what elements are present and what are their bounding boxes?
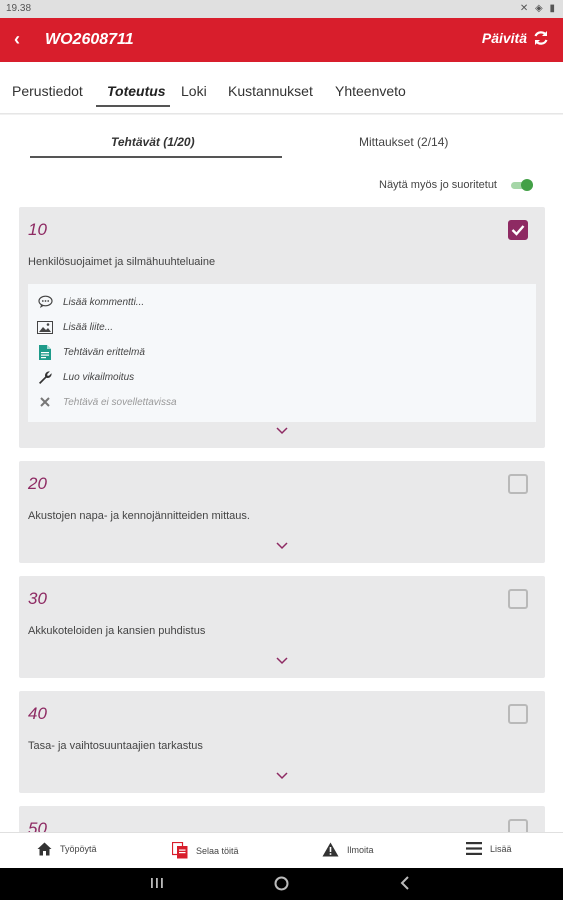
nav-report[interactable]: Ilmoita [322, 842, 374, 857]
recent-apps-icon[interactable] [150, 876, 164, 890]
content-area: Tehtävät (1/20) Mittaukset (2/14) Näytä … [0, 115, 563, 832]
back-button[interactable]: ‹ [14, 29, 20, 50]
task-number: 50 [28, 819, 47, 832]
collapse-chevron-icon[interactable] [276, 427, 288, 435]
nav-more-label: Lisää [490, 843, 512, 854]
image-icon [37, 319, 53, 335]
status-bar: 19.38 ✕ ◈ ▮ [0, 0, 563, 18]
expand-chevron-icon[interactable] [276, 657, 288, 665]
not-applicable-action[interactable]: Tehtävä ei sovellettavissa [37, 394, 177, 410]
task-description: Akkukoteloiden ja kansien puhdistus [28, 625, 206, 637]
wrench-icon [37, 369, 53, 385]
nav-dashboard[interactable]: Työpöytä [37, 842, 97, 856]
show-completed-toggle[interactable] [511, 179, 533, 191]
comment-icon [37, 294, 53, 310]
documents-icon [172, 842, 188, 859]
system-navigation-bar [0, 868, 563, 900]
nav-dashboard-label: Työpöytä [60, 844, 97, 854]
expand-chevron-icon[interactable] [276, 772, 288, 780]
nav-browse-jobs[interactable]: Selaa töitä [172, 842, 239, 859]
tab-kustannukset[interactable]: Kustannukset [228, 83, 313, 99]
home-icon [37, 842, 52, 856]
active-tab-indicator [96, 105, 170, 107]
home-button-icon[interactable] [274, 876, 289, 891]
task-card[interactable]: 10 Henkilösuojaimet ja silmähuuhteluaine… [19, 207, 545, 448]
task-number: 30 [28, 589, 47, 608]
add-attachment-label: Lisää liite... [63, 321, 114, 333]
refresh-button[interactable]: Päivitä [482, 30, 549, 46]
task-number: 10 [28, 220, 47, 239]
work-order-title: WO2608711 [45, 31, 134, 48]
nav-more[interactable]: Lisää [466, 842, 512, 855]
task-checkbox[interactable] [508, 589, 528, 609]
add-attachment-action[interactable]: Lisää liite... [37, 319, 113, 335]
add-comment-label: Lisää kommentti... [63, 296, 145, 308]
task-description: Akustojen napa- ja kennojännitteiden mit… [28, 510, 250, 522]
warning-icon [322, 842, 339, 857]
task-actions-panel: Lisää kommentti... Lisää liite... Tehtäv… [28, 284, 536, 422]
task-number: 40 [28, 704, 47, 723]
active-subtab-indicator [30, 156, 282, 158]
create-fault-report-action[interactable]: Luo vikailmoitus [37, 369, 134, 385]
tab-perustiedot[interactable]: Perustiedot [12, 83, 83, 99]
app-bar: ‹ WO2608711 Päivitä [0, 18, 563, 62]
refresh-icon [534, 31, 548, 45]
nav-report-label: Ilmoita [347, 844, 374, 855]
menu-icon [466, 842, 482, 855]
task-checkbox[interactable] [508, 819, 528, 832]
not-applicable-label: Tehtävä ei sovellettavissa [63, 396, 177, 408]
nav-browse-jobs-label: Selaa töitä [196, 845, 239, 856]
expand-chevron-icon[interactable] [276, 542, 288, 550]
checkmark-icon [511, 225, 525, 236]
task-checkbox[interactable] [508, 474, 528, 494]
task-card[interactable]: 50 [19, 806, 545, 832]
task-card[interactable]: 30 Akkukoteloiden ja kansien puhdistus [19, 576, 545, 678]
close-icon [37, 394, 53, 410]
task-card[interactable]: 40 Tasa- ja vaihtosuuntaajien tarkastus [19, 691, 545, 793]
status-icons: ✕ ◈ ▮ [519, 3, 557, 14]
bottom-navigation: Työpöytä Selaa töitä Ilmoita Lisää [0, 832, 563, 868]
task-checkbox[interactable] [508, 704, 528, 724]
refresh-label: Päivitä [481, 30, 527, 46]
system-back-icon[interactable] [399, 876, 411, 890]
tab-yhteenveto[interactable]: Yhteenveto [335, 83, 406, 99]
task-description: Tasa- ja vaihtosuuntaajien tarkastus [28, 740, 203, 752]
main-tabs: Perustiedot Toteutus Loki Kustannukset Y… [0, 62, 563, 114]
document-icon [37, 344, 53, 360]
show-completed-row: Näytä myös jo suoritetut [379, 179, 533, 191]
show-completed-label: Näytä myös jo suoritetut [379, 179, 497, 191]
task-number: 20 [28, 474, 47, 493]
task-checkbox[interactable] [508, 220, 528, 240]
subtab-tasks[interactable]: Tehtävät (1/20) [111, 135, 195, 149]
task-description: Henkilösuojaimet ja silmähuuhteluaine [28, 256, 216, 268]
task-specification-action[interactable]: Tehtävän erittelmä [37, 344, 145, 360]
task-specification-label: Tehtävän erittelmä [63, 346, 145, 358]
tab-toteutus[interactable]: Toteutus [107, 83, 166, 99]
subtab-measurements[interactable]: Mittaukset (2/14) [359, 135, 448, 149]
status-time: 19.38 [6, 3, 32, 14]
task-card[interactable]: 20 Akustojen napa- ja kennojännitteiden … [19, 461, 545, 563]
add-comment-action[interactable]: Lisää kommentti... [37, 294, 144, 310]
create-fault-report-label: Luo vikailmoitus [63, 371, 135, 383]
tab-loki[interactable]: Loki [181, 83, 207, 99]
